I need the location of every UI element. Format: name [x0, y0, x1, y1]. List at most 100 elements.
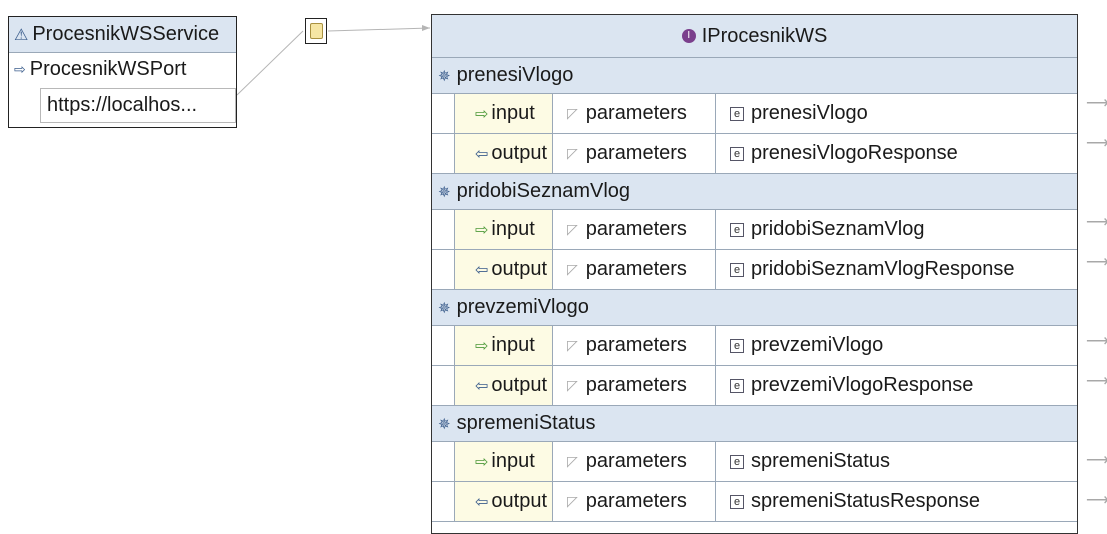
part-cell[interactable]: ◸ parameters	[553, 366, 716, 405]
element-cell[interactable]: e pridobiSeznamVlog	[716, 210, 1077, 249]
element-icon: e	[730, 222, 744, 237]
input-cell[interactable]: ⇨ input	[454, 442, 553, 481]
part-name: parameters	[585, 450, 687, 472]
output-arrow-icon: ⇦	[475, 145, 489, 163]
part-name: parameters	[585, 334, 687, 356]
operation-gear-icon: ✵	[438, 299, 451, 317]
port-icon: ⇨	[14, 60, 26, 77]
input-label: input	[491, 218, 535, 240]
output-label: output	[491, 258, 548, 280]
output-cell[interactable]: ⇦ output	[454, 250, 553, 289]
operation-header[interactable]: ✵ spremeniStatus	[432, 406, 1077, 442]
input-arrow-icon: ⇨	[475, 337, 489, 355]
message-link-arrow-icon: ⟶	[1086, 254, 1107, 271]
part-icon: ◸	[567, 221, 578, 237]
part-name: parameters	[585, 490, 687, 512]
part-icon: ◸	[567, 337, 578, 353]
output-row[interactable]: ⇦ output ◸ parameters e spremeniStatusRespo…	[432, 482, 1077, 522]
output-cell[interactable]: ⇦ output	[454, 482, 553, 521]
service-box[interactable]: ⚠ ProcesnikWSService ⇨ ProcesnikWSPort h…	[8, 16, 237, 128]
element-cell[interactable]: e spremeniStatusResponse	[716, 482, 1077, 521]
element-icon: e	[730, 338, 744, 353]
element-name: prenesiVlogoResponse	[751, 142, 958, 164]
output-cell[interactable]: ⇦ output	[454, 366, 553, 405]
operation-name: spremeniStatus	[456, 412, 596, 434]
input-label: input	[491, 102, 535, 124]
input-row[interactable]: ⇨ input ◸ parameters e pridobiSeznamVlog	[432, 210, 1077, 250]
message-link-arrow-icon: ⟶	[1086, 95, 1107, 112]
message-link-arrow-icon: ⟶	[1086, 492, 1107, 509]
interface-name: IProcesnikWS	[701, 24, 828, 47]
input-arrow-icon: ⇨	[475, 221, 489, 239]
output-cell[interactable]: ⇦ output	[454, 134, 553, 173]
input-label: input	[491, 334, 535, 356]
element-name: pridobiSeznamVlog	[751, 218, 925, 240]
binding-box[interactable]	[305, 18, 327, 44]
element-icon: e	[730, 106, 744, 121]
port-address-field[interactable]: https://localhos...	[40, 88, 236, 123]
operation-gear-icon: ✵	[438, 415, 451, 433]
output-row[interactable]: ⇦ output ◸ parameters e prevzemiVlogoRespon…	[432, 366, 1077, 406]
output-label: output	[491, 490, 548, 512]
input-row[interactable]: ⇨ input ◸ parameters e prenesiVlogo	[432, 94, 1077, 134]
operation-gear-icon: ✵	[438, 67, 451, 85]
output-label: output	[491, 142, 548, 164]
input-row[interactable]: ⇨ input ◸ parameters e prevzemiVlogo	[432, 326, 1077, 366]
part-icon: ◸	[567, 145, 578, 161]
operation-name: prenesiVlogo	[456, 64, 574, 86]
binding-icon	[309, 23, 323, 39]
element-name: pridobiSeznamVlogResponse	[751, 258, 1015, 280]
element-icon: e	[730, 378, 744, 393]
element-name: prevzemiVlogo	[751, 334, 884, 356]
operation-gear-icon: ✵	[438, 183, 451, 201]
part-cell[interactable]: ◸ parameters	[553, 210, 716, 249]
element-name: prenesiVlogo	[751, 102, 868, 124]
service-name: ProcesnikWSService	[32, 23, 220, 45]
element-name: spremeniStatus	[751, 450, 890, 472]
part-name: parameters	[585, 258, 687, 280]
element-cell[interactable]: e prevzemiVlogo	[716, 326, 1077, 365]
part-cell[interactable]: ◸ parameters	[553, 94, 716, 133]
part-icon: ◸	[567, 453, 578, 469]
operation-header[interactable]: ✵ prenesiVlogo	[432, 58, 1077, 94]
part-icon: ◸	[567, 105, 578, 121]
input-arrow-icon: ⇨	[475, 453, 489, 471]
service-title: ⚠ ProcesnikWSService	[9, 17, 236, 53]
interface-icon: I	[681, 29, 696, 43]
part-cell[interactable]: ◸ parameters	[553, 442, 716, 481]
interface-box[interactable]: I IProcesnikWS ✵ prenesiVlogo ⇨ input ◸ pa…	[431, 14, 1078, 534]
port-name: ProcesnikWSPort	[29, 57, 187, 80]
operation-name: pridobiSeznamVlog	[456, 180, 631, 202]
element-cell[interactable]: e prenesiVlogoResponse	[716, 134, 1077, 173]
output-row[interactable]: ⇦ output ◸ parameters e prenesiVlogoRespons…	[432, 134, 1077, 174]
part-cell[interactable]: ◸ parameters	[553, 482, 716, 521]
input-cell[interactable]: ⇨ input	[454, 210, 553, 249]
part-cell[interactable]: ◸ parameters	[553, 250, 716, 289]
element-cell[interactable]: e spremeniStatus	[716, 442, 1077, 481]
output-row[interactable]: ⇦ output ◸ parameters e pridobiSeznamVlogRe…	[432, 250, 1077, 290]
input-cell[interactable]: ⇨ input	[454, 94, 553, 133]
element-cell[interactable]: e prenesiVlogo	[716, 94, 1077, 133]
part-name: parameters	[585, 142, 687, 164]
binding-to-interface-line	[327, 27, 431, 32]
element-cell[interactable]: e pridobiSeznamVlogResponse	[716, 250, 1077, 289]
element-icon: e	[730, 146, 744, 161]
message-link-arrow-icon: ⟶	[1086, 135, 1107, 152]
part-cell[interactable]: ◸ parameters	[553, 134, 716, 173]
service-port[interactable]: ⇨ ProcesnikWSPort	[9, 53, 236, 85]
operation-prenesiVlogo[interactable]: ✵ prenesiVlogo ⇨ input ◸ parameters e prene…	[432, 58, 1077, 174]
operation-spremeniStatus[interactable]: ✵ spremeniStatus ⇨ input ◸ parameters e spr…	[432, 406, 1077, 522]
part-cell[interactable]: ◸ parameters	[553, 326, 716, 365]
operation-header[interactable]: ✵ pridobiSeznamVlog	[432, 174, 1077, 210]
operation-prevzemiVlogo[interactable]: ✵ prevzemiVlogo ⇨ input ◸ parameters e prev…	[432, 290, 1077, 406]
part-name: parameters	[585, 374, 687, 396]
operation-header[interactable]: ✵ prevzemiVlogo	[432, 290, 1077, 326]
operation-pridobiSeznamVlog[interactable]: ✵ pridobiSeznamVlog ⇨ input ◸ parameters e…	[432, 174, 1077, 290]
input-row[interactable]: ⇨ input ◸ parameters e spremeniStatus	[432, 442, 1077, 482]
element-icon: e	[730, 494, 744, 509]
part-name: parameters	[585, 218, 687, 240]
message-link-arrow-icon: ⟶	[1086, 214, 1107, 231]
input-cell[interactable]: ⇨ input	[454, 326, 553, 365]
output-arrow-icon: ⇦	[475, 261, 489, 279]
element-cell[interactable]: e prevzemiVlogoResponse	[716, 366, 1077, 405]
